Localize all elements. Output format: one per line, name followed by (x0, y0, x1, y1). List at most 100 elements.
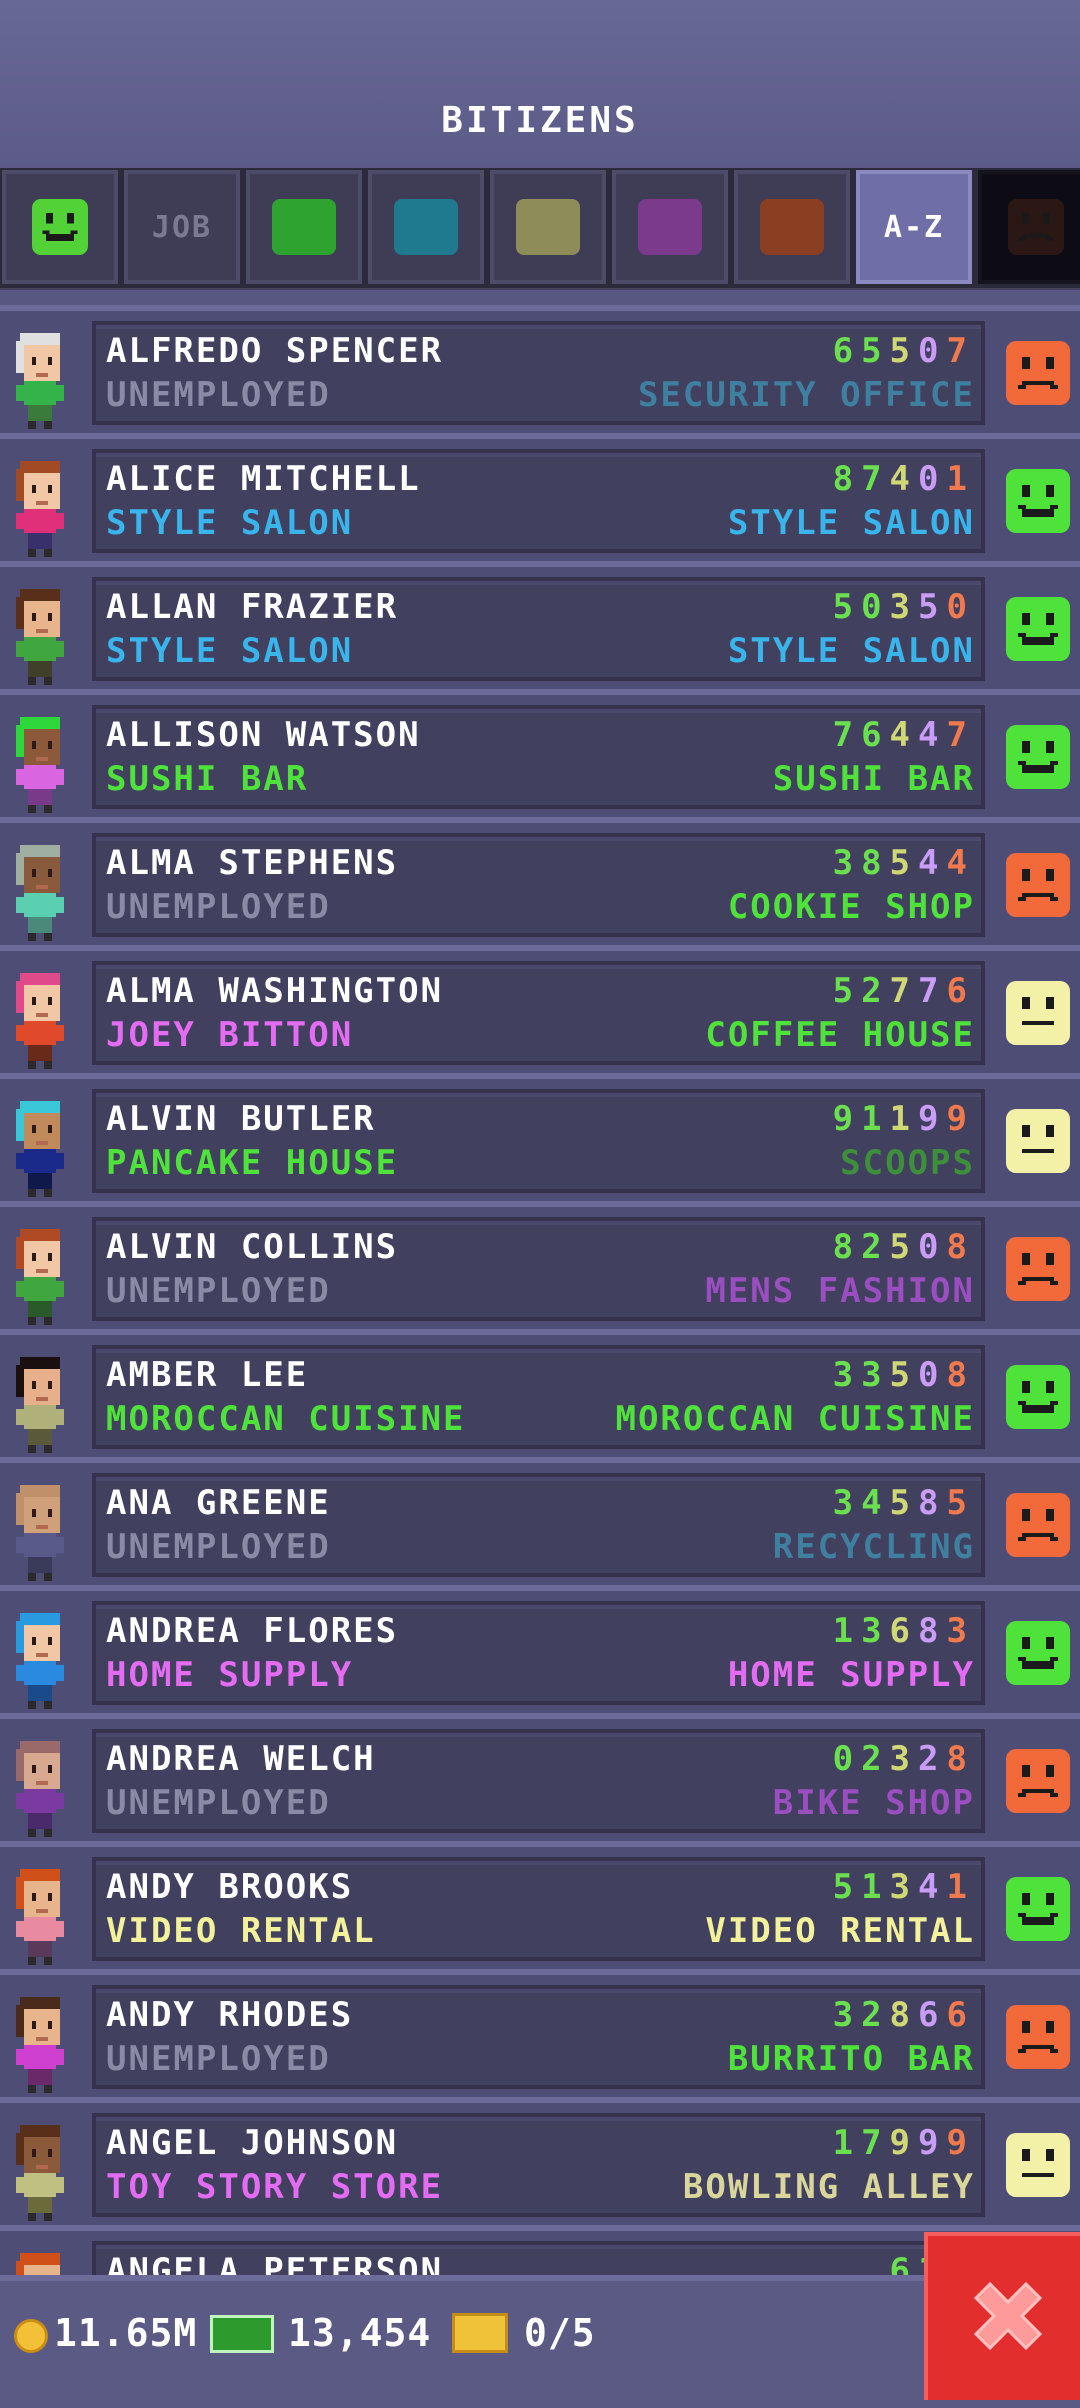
bitizen-card: ANDY RHODES UNEMPLOYED 32866 BURRITO BAR (92, 1985, 985, 2089)
bitizen-row[interactable]: ALMA STEPHENS UNEMPLOYED 38544 COOKIE SHOP (0, 817, 1080, 945)
skill-digit: 5 (889, 1355, 919, 1395)
skill-digit: 3 (889, 1867, 919, 1907)
skill-digits: 52776 (833, 971, 975, 1011)
skill-digit: 6 (889, 2251, 919, 2275)
skill-digit: 1 (889, 1099, 919, 1139)
skill-digits: 17999 (833, 2123, 975, 2163)
skill-digit: 0 (918, 331, 947, 371)
bitizen-row[interactable]: ANDREA WELCH UNEMPLOYED 02328 BIKE SHOP (0, 1713, 1080, 1841)
bitizen-card: ANGEL JOHNSON TOY STORY STORE 17999 BOWLING… (92, 2113, 985, 2217)
happy-face-icon (28, 199, 92, 255)
bitizen-row[interactable]: ANDREA FLORES HOME SUPPLY 13683 HOME SUPPLY (0, 1585, 1080, 1713)
tab-happy-filter[interactable] (2, 170, 118, 284)
skill-digit: 3 (832, 1355, 862, 1395)
skill-digit: 8 (889, 1995, 919, 2035)
bitizen-avatar (12, 457, 68, 557)
dream-job: SECURITY OFFICE (637, 375, 975, 415)
bitizen-row[interactable]: ANGELA PETERSON610 (0, 2225, 1080, 2275)
bitizen-card: ALVIN BUTLER PANCAKE HOUSE 91199 SCOOPS (92, 1089, 985, 1193)
bitizen-row[interactable]: ALVIN COLLINS UNEMPLOYED 82508 MENS FASHION (0, 1201, 1080, 1329)
bitizen-list[interactable]: ALFREDO SPENCER UNEMPLOYED 65507 SECURITY O… (0, 290, 1080, 2275)
skill-digit: 5 (889, 331, 919, 371)
current-job: VIDEO RENTAL (106, 1911, 376, 1951)
bitizen-row[interactable]: ALMA WASHINGTON JOEY BITTON 52776 COFFEE HO… (0, 945, 1080, 1073)
skill-digit: 8 (946, 1227, 975, 1267)
header: BITIZENS (0, 0, 1080, 168)
skill-digit: 9 (946, 2123, 975, 2163)
tab-category-6[interactable] (734, 170, 850, 284)
skill-digit: 3 (832, 843, 862, 883)
skill-digit: 6 (832, 331, 862, 371)
skill-digit: 8 (832, 459, 862, 499)
bitizen-name: ALVIN BUTLER (106, 1099, 376, 1139)
tickets-value: 0/5 (524, 2311, 596, 2355)
skill-digit: 7 (946, 715, 975, 755)
skill-digit: 3 (889, 587, 919, 627)
bitizen-name: AMBER LEE (106, 1355, 309, 1395)
skill-digit: 1 (832, 2123, 862, 2163)
skill-digit: 6 (946, 971, 975, 1011)
bitizen-row[interactable]: ALLAN FRAZIER STYLE SALON 50350 STYLE SALON (0, 561, 1080, 689)
bitizen-row[interactable]: ALFREDO SPENCER UNEMPLOYED 65507 SECURITY O… (0, 305, 1080, 433)
skill-digit: 5 (832, 971, 862, 1011)
skill-digit: 8 (832, 1227, 862, 1267)
bitizen-avatar (12, 585, 68, 685)
bitizen-avatar (12, 969, 68, 1069)
close-button[interactable] (924, 2232, 1080, 2400)
tab-category-5[interactable] (612, 170, 728, 284)
skill-digit: 5 (889, 1227, 919, 1267)
current-job: JOEY BITTON (106, 1015, 354, 1055)
tab-category-3[interactable] (368, 170, 484, 284)
bitizen-row[interactable]: ANDY BROOKS VIDEO RENTAL 51341 VIDEO RENTAL (0, 1841, 1080, 1969)
bitizen-avatar (12, 1737, 68, 1837)
bitizen-card: ANDREA WELCH UNEMPLOYED 02328 BIKE SHOP (92, 1729, 985, 1833)
skill-digits: 32866 (833, 1995, 975, 2035)
tab-category-2[interactable] (246, 170, 362, 284)
neutral-face-icon (1006, 981, 1070, 1045)
tab-unhappy-filter[interactable] (978, 170, 1080, 284)
happy-face-icon (1006, 469, 1070, 533)
skill-digit: 6 (889, 1611, 919, 1651)
skill-digits: 34585 (833, 1483, 975, 1523)
bitizen-name: ANDREA WELCH (106, 1739, 376, 1779)
neutral-face-icon (1006, 2133, 1070, 2197)
bux-value: 13,454 (288, 2311, 432, 2355)
bitizen-name: ALMA STEPHENS (106, 843, 399, 883)
bitizen-card: ALLAN FRAZIER STYLE SALON 50350 STYLE SALON (92, 577, 985, 681)
tab-a-z[interactable]: A-Z (856, 170, 972, 284)
skill-digit: 3 (832, 1483, 862, 1523)
skill-digit: 0 (832, 1739, 862, 1779)
category-color-swatch (638, 199, 702, 255)
current-job: PANCAKE HOUSE (106, 1143, 399, 1183)
skill-digit: 4 (918, 1867, 947, 1907)
bitizen-row[interactable]: ANGEL JOHNSON TOY STORY STORE 17999 BOWLING… (0, 2097, 1080, 2225)
skill-digit: 8 (861, 843, 890, 883)
tab-job[interactable]: JOB (124, 170, 240, 284)
bitizen-avatar (12, 329, 68, 429)
bitizen-row[interactable]: ANDY RHODES UNEMPLOYED 32866 BURRITO BAR (0, 1969, 1080, 2097)
skill-digits: 13683 (833, 1611, 975, 1651)
skill-digit: 5 (918, 587, 947, 627)
bitizen-card: ALICE MITCHELL STYLE SALON 87401 STYLE SALO… (92, 449, 985, 553)
bitizen-row[interactable]: ANA GREENE UNEMPLOYED 34585 RECYCLING (0, 1457, 1080, 1585)
bitizen-card: ALFREDO SPENCER UNEMPLOYED 65507 SECURITY O… (92, 321, 985, 425)
skill-digit: 3 (832, 1995, 862, 2035)
bitizen-name: ANGEL JOHNSON (106, 2123, 399, 2163)
bitizen-row[interactable]: ALVIN BUTLER PANCAKE HOUSE 91199 SCOOPS (0, 1073, 1080, 1201)
bitizen-row[interactable]: ALLISON WATSON SUSHI BAR 76447 SUSHI BAR (0, 689, 1080, 817)
current-job: UNEMPLOYED (106, 887, 331, 927)
skill-digit: 1 (861, 1099, 890, 1139)
bitizen-row[interactable]: ALICE MITCHELL STYLE SALON 87401 STYLE SALO… (0, 433, 1080, 561)
skill-digits: 76447 (833, 715, 975, 755)
bitizen-row[interactable]: AMBER LEE MOROCCAN CUISINE 33508 MOROCCAN C… (0, 1329, 1080, 1457)
dream-job: HOME SUPPLY (727, 1655, 975, 1695)
bitizen-card: ALMA WASHINGTON JOEY BITTON 52776 COFFEE HO… (92, 961, 985, 1065)
happy-face-icon (1006, 1365, 1070, 1429)
dream-job: BIKE SHOP (772, 1783, 975, 1823)
skill-digit: 5 (889, 1483, 919, 1523)
current-job: UNEMPLOYED (106, 1271, 331, 1311)
skill-digit: 4 (861, 1483, 890, 1523)
tab-category-4[interactable] (490, 170, 606, 284)
skill-digit: 9 (918, 1099, 947, 1139)
bux-icon (210, 2315, 274, 2353)
